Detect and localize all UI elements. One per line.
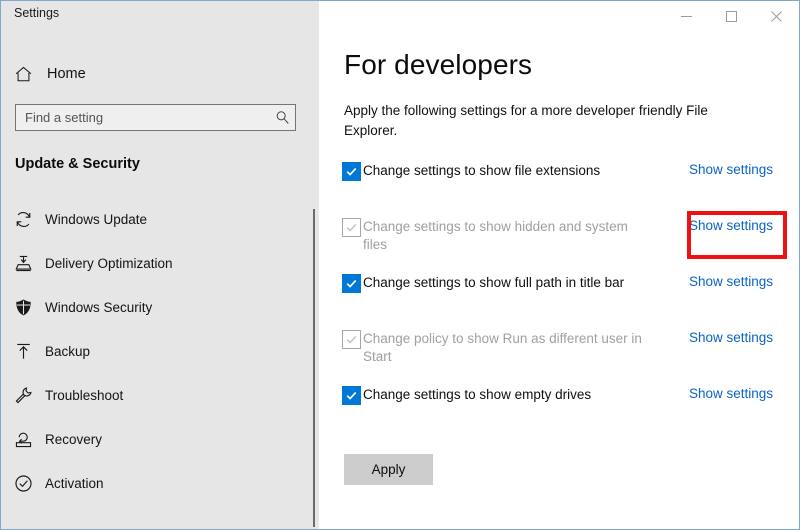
sidebar-item-label: Recovery [45, 431, 103, 447]
sync-icon [1, 210, 45, 229]
checkbox-cell [319, 385, 363, 405]
check-circle-icon [1, 474, 45, 493]
sidebar-item-delivery-optimization[interactable]: Delivery Optimization [1, 241, 319, 285]
sidebar-nav-list: Windows Update Delivery Optimization Win… [1, 197, 319, 505]
developer-settings-list: Change settings to show file extensions … [319, 161, 799, 441]
show-settings-link-run-as-different-user[interactable]: Show settings [689, 330, 799, 345]
caption-button-group [664, 1, 799, 32]
checkbox-cell [319, 161, 363, 181]
setting-label: Change policy to show Run as different u… [363, 331, 642, 364]
sidebar-item-label: Windows Update [45, 211, 148, 227]
show-settings-link-full-path[interactable]: Show settings [689, 274, 799, 289]
apply-button[interactable]: Apply [344, 454, 433, 485]
sidebar-item-label: Activation [45, 475, 104, 491]
minimize-button[interactable] [664, 1, 709, 32]
sidebar: Home Update & Security [1, 1, 319, 529]
show-settings-link-hidden-and-system-files[interactable]: Show settings [689, 218, 799, 233]
delivery-optimization-icon [1, 254, 45, 273]
main-content: For developers Apply the following setti… [319, 1, 799, 529]
search-input[interactable] [16, 105, 269, 130]
setting-label: Change settings to show hidden and syste… [363, 219, 628, 252]
title-bar: Settings [1, 1, 799, 32]
sidebar-item-recovery[interactable]: Recovery [1, 417, 319, 461]
show-settings-link-file-extensions[interactable]: Show settings [689, 162, 799, 177]
maximize-icon [726, 11, 737, 22]
search-icon[interactable] [269, 110, 295, 125]
setting-label: Change settings to show empty drives [363, 387, 592, 402]
setting-row: Change settings to show file extensions … [319, 161, 799, 201]
page-title: For developers [344, 49, 533, 80]
wrench-icon [1, 386, 45, 405]
maximize-button[interactable] [709, 1, 754, 32]
sidebar-scrollbar[interactable] [312, 197, 316, 529]
sidebar-item-label: Delivery Optimization [45, 255, 173, 271]
show-settings-link-empty-drives[interactable]: Show settings [689, 386, 799, 401]
sidebar-item-troubleshoot[interactable]: Troubleshoot [1, 373, 319, 417]
sidebar-item-label: Backup [45, 343, 91, 359]
checkbox-show-empty-drives[interactable] [342, 386, 361, 405]
upload-arrow-icon [1, 342, 45, 361]
setting-row: Change settings to show full path in tit… [319, 273, 799, 313]
settings-window: Settings Home Find a setting Update & Se… [0, 0, 800, 530]
setting-row: Change settings to show hidden and syste… [319, 217, 799, 257]
checkbox-show-full-path-in-title-bar[interactable] [342, 274, 361, 293]
search-box[interactable] [15, 104, 296, 131]
close-button[interactable] [754, 1, 799, 32]
sidebar-item-home[interactable]: Home [1, 57, 319, 91]
minimize-icon [681, 11, 692, 22]
close-icon [771, 11, 782, 22]
shield-icon [1, 298, 45, 317]
sidebar-item-activation[interactable]: Activation [1, 461, 319, 505]
page-description: Apply the following settings for a more … [344, 103, 708, 138]
recovery-icon [1, 430, 45, 449]
sidebar-item-label: Windows Security [45, 299, 153, 315]
sidebar-item-windows-update[interactable]: Windows Update [1, 197, 319, 241]
sidebar-item-windows-security[interactable]: Windows Security [1, 285, 319, 329]
setting-row: Change policy to show Run as different u… [319, 329, 799, 369]
checkbox-cell [319, 329, 363, 349]
checkbox-show-run-as-different-user[interactable] [342, 330, 361, 349]
sidebar-item-home-label: Home [47, 66, 86, 82]
sidebar-item-label: Troubleshoot [45, 387, 124, 403]
sidebar-section-heading: Update & Security [15, 156, 140, 172]
sidebar-item-backup[interactable]: Backup [1, 329, 319, 373]
setting-label: Change settings to show full path in tit… [363, 275, 625, 290]
sidebar-scrollbar-thumb[interactable] [313, 209, 315, 527]
checkbox-cell [319, 217, 363, 237]
checkbox-show-file-extensions[interactable] [342, 162, 361, 181]
checkbox-show-hidden-and-system-files[interactable] [342, 218, 361, 237]
home-icon [1, 65, 45, 84]
setting-row: Change settings to show empty drives Sho… [319, 385, 799, 425]
window-title: Settings [14, 6, 60, 20]
checkbox-cell [319, 273, 363, 293]
setting-label: Change settings to show file extensions [363, 163, 601, 178]
